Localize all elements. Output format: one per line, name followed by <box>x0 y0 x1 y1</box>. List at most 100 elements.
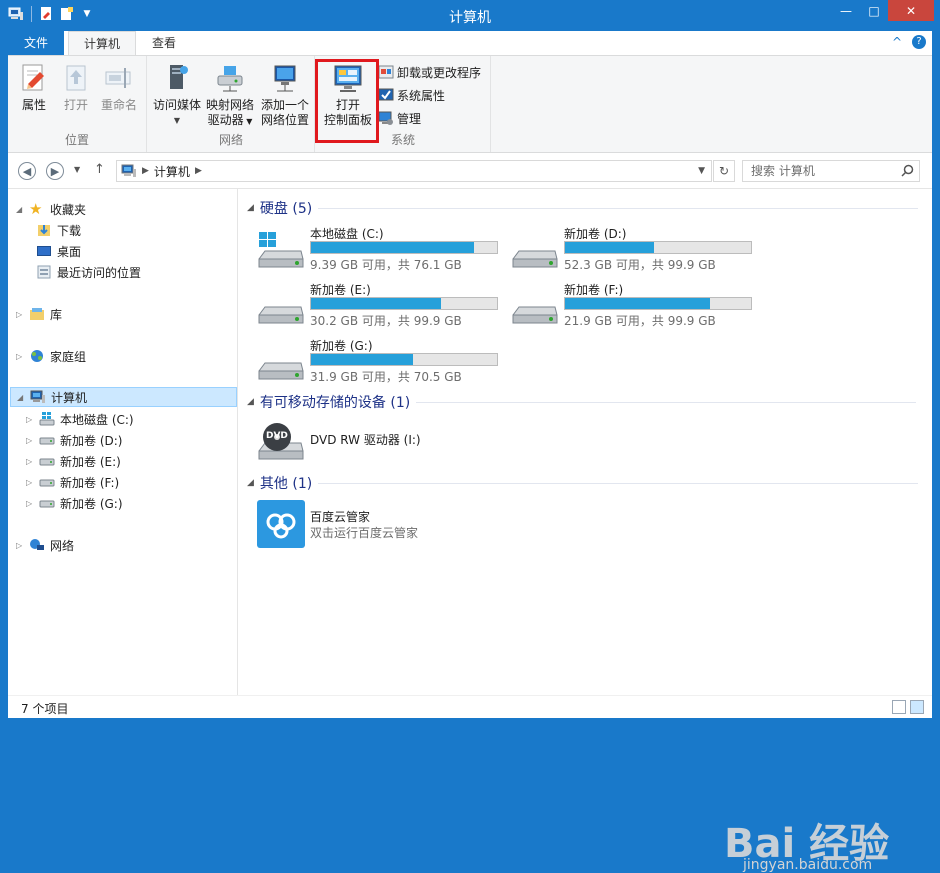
tree-downloads[interactable]: 下载 <box>36 220 81 240</box>
expand-arrow-icon[interactable]: ▷ <box>16 541 24 550</box>
collapse-arrow-icon[interactable]: ◢ <box>247 397 254 407</box>
drive-tile[interactable]: 本地磁盘 (C:) 9.39 GB 可用，共 76.1 GB <box>257 225 507 277</box>
collapse-arrow-icon[interactable]: ◢ <box>247 203 254 213</box>
uninstall-label: 卸载或更改程序 <box>397 65 482 80</box>
tab-file[interactable]: 文件 <box>8 31 64 55</box>
dvd-drive-tile[interactable]: DVD DVD RW 驱动器 (I:) <box>257 417 507 469</box>
map-drive-icon <box>217 66 243 92</box>
access-media-label: 访问媒体 <box>152 98 201 112</box>
map-drive-label-2: 驱动器 <box>207 113 244 127</box>
drive-icon <box>39 458 55 466</box>
other-item-description: 双击运行百度云管家 <box>310 526 419 540</box>
tree-drive-label: 新加卷 (D:) <box>60 433 123 448</box>
tree-favorites[interactable]: ◢ ★ 收藏夹 <box>16 199 86 219</box>
drive-free-space: 21.9 GB 可用，共 99.9 GB <box>564 314 716 328</box>
navigation-bar: ◀ ▶ ▼ ↑ ▶ 计算机 ▶ ▼ ↻ 搜索 计算机 <box>8 153 932 189</box>
system-properties-label: 系统属性 <box>397 88 446 103</box>
collapse-arrow-icon[interactable]: ◢ <box>247 478 254 488</box>
drive-tile[interactable]: 新加卷 (F:) 21.9 GB 可用，共 99.9 GB <box>511 281 761 333</box>
drive-usage-fill <box>311 242 475 253</box>
access-media-button[interactable]: 访问媒体 ▼ <box>151 62 203 128</box>
forward-button[interactable]: ▶ <box>46 162 64 180</box>
window-title: 计算机 <box>449 10 491 26</box>
tree-computer[interactable]: ◢ 计算机 <box>10 387 237 407</box>
rename-icon <box>105 68 131 88</box>
uninstall-program-button[interactable]: 卸载或更改程序 <box>378 62 481 82</box>
help-icon[interactable]: ? <box>912 35 926 49</box>
rename-button[interactable]: 重命名 <box>98 62 140 113</box>
expand-arrow-icon[interactable]: ▷ <box>16 352 24 361</box>
tab-view[interactable]: 查看 <box>140 31 188 55</box>
details-view-icon[interactable] <box>892 700 906 714</box>
network-icon <box>30 539 44 550</box>
maximize-button[interactable]: □ <box>860 0 888 21</box>
expand-arrow-icon[interactable]: ▷ <box>26 436 34 445</box>
tree-drive[interactable]: ▷ 新加卷 (F:) <box>26 472 119 492</box>
tree-drive[interactable]: ▷ 本地磁盘 (C:) <box>26 409 134 429</box>
map-network-drive-button[interactable]: 映射网络 驱动器 ▼ <box>204 62 256 129</box>
expand-arrow-icon[interactable]: ▷ <box>26 478 34 487</box>
tree-network[interactable]: ▷ 网络 <box>16 535 74 555</box>
address-dropdown-icon[interactable]: ▼ <box>698 166 705 176</box>
other-item-tile[interactable]: 百度云管家 双击运行百度云管家 <box>257 500 507 552</box>
title-bar: ▼ 计算机 — □ ✕ <box>0 0 940 32</box>
tiles-view-icon[interactable] <box>910 700 924 714</box>
expand-arrow-icon[interactable]: ◢ <box>16 205 24 214</box>
tree-computer-label: 计算机 <box>51 390 88 405</box>
tree-drive[interactable]: ▷ 新加卷 (E:) <box>26 451 121 471</box>
dvd-badge: DVD <box>266 431 288 441</box>
collapse-ribbon-icon[interactable]: ^ <box>892 35 902 49</box>
manage-button[interactable]: 管理 <box>378 108 421 128</box>
section-divider <box>416 401 917 403</box>
drive-usage-fill <box>311 298 441 309</box>
drive-usage-bar <box>564 297 752 310</box>
drive-tile[interactable]: 新加卷 (D:) 52.3 GB 可用，共 99.9 GB <box>511 225 761 277</box>
section-hard-disks[interactable]: ◢ 硬盘 (5) <box>247 198 919 218</box>
homegroup-icon <box>31 350 43 362</box>
tree-drive[interactable]: ▷ 新加卷 (D:) <box>26 430 122 450</box>
minimize-button[interactable]: — <box>832 0 860 21</box>
up-button[interactable]: ↑ <box>94 162 105 177</box>
drive-icon <box>39 479 55 487</box>
properties-button[interactable]: 属性 <box>16 62 52 113</box>
other-item-name: 百度云管家 <box>310 510 371 524</box>
section-other[interactable]: ◢ 其他 (1) <box>247 473 919 493</box>
refresh-button[interactable]: ↻ <box>713 160 735 182</box>
system-properties-button[interactable]: 系统属性 <box>378 85 445 105</box>
ribbon-tab-bar: 文件 计算机 查看 ^ ? <box>8 31 932 56</box>
library-icon <box>30 308 44 320</box>
view-switcher <box>892 700 924 714</box>
tab-computer[interactable]: 计算机 <box>68 31 136 56</box>
ribbon-group-network-label: 网络 <box>218 133 243 147</box>
open-button[interactable]: 打开 <box>60 62 92 113</box>
add-network-location-button[interactable]: 添加一个 网络位置 <box>258 62 312 128</box>
navigation-pane: ◢ ★ 收藏夹 下载 桌面 最近访问的位置 ▷ 库 ▷ 家庭组 ◢ 计算机 ▷ … <box>8 189 238 695</box>
breadcrumb-computer[interactable]: 计算机 <box>154 163 190 180</box>
section-hard-disks-title: 硬盘 (5) <box>259 201 313 217</box>
expand-arrow-icon[interactable]: ▷ <box>26 499 34 508</box>
section-divider <box>318 482 919 484</box>
drive-tile[interactable]: 新加卷 (E:) 30.2 GB 可用，共 99.9 GB <box>257 281 507 333</box>
ribbon-group-location-label: 位置 <box>64 133 89 147</box>
close-button[interactable]: ✕ <box>888 0 934 21</box>
tree-network-label: 网络 <box>50 538 75 553</box>
search-input[interactable]: 搜索 计算机 <box>742 160 920 182</box>
manage-icon <box>378 111 393 125</box>
tree-drive[interactable]: ▷ 新加卷 (G:) <box>26 493 123 513</box>
section-removable[interactable]: ◢ 有可移动存储的设备 (1) <box>247 392 917 412</box>
expand-arrow-icon[interactable]: ▷ <box>26 415 34 424</box>
ribbon-group-location: 属性 打开 重命名 位置 <box>8 56 147 152</box>
drive-free-space: 52.3 GB 可用，共 99.9 GB <box>564 258 716 272</box>
address-bar[interactable]: ▶ 计算机 ▶ ▼ ↻ <box>116 160 735 182</box>
expand-arrow-icon[interactable]: ▷ <box>16 310 24 319</box>
tree-recent-places[interactable]: 最近访问的位置 <box>36 262 141 282</box>
recent-locations-dropdown-icon[interactable]: ▼ <box>74 165 80 174</box>
tree-homegroup[interactable]: ▷ 家庭组 <box>16 346 86 366</box>
expand-arrow-icon[interactable]: ▷ <box>26 457 34 466</box>
drive-tile[interactable]: 新加卷 (G:) 31.9 GB 可用，共 70.5 GB <box>257 337 507 389</box>
drive-free-space: 30.2 GB 可用，共 99.9 GB <box>310 314 462 328</box>
expand-arrow-icon[interactable]: ◢ <box>17 393 25 402</box>
tree-libraries[interactable]: ▷ 库 <box>16 304 62 324</box>
back-button[interactable]: ◀ <box>18 162 36 180</box>
tree-desktop[interactable]: 桌面 <box>36 241 81 261</box>
